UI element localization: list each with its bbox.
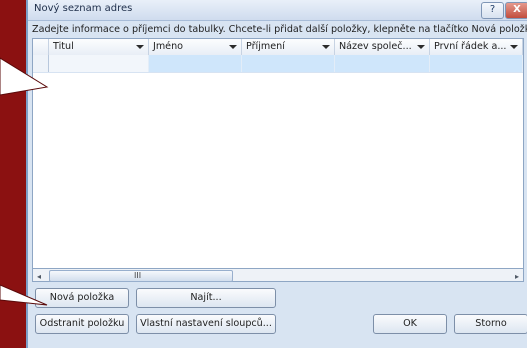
delete-item-button[interactable]: Odstranit položku: [35, 314, 129, 334]
find-button[interactable]: Najít...: [136, 288, 276, 308]
new-address-list-dialog: Nový seznam adres ? X Zadejte informace …: [26, 0, 527, 348]
scrollbar-thumb[interactable]: III: [49, 270, 233, 282]
dialog-title: Nový seznam adres: [34, 3, 133, 14]
column-header-prijmeni[interactable]: Příjmení: [242, 39, 335, 55]
table-cell[interactable]: [430, 55, 523, 72]
instruction-text: Zadejte informace o příjemci do tabulky.…: [32, 24, 527, 35]
grip-icon: III: [134, 271, 142, 280]
dialog-titlebar: Nový seznam adres ? X: [28, 0, 527, 21]
dropdown-arrow-icon[interactable]: [510, 45, 518, 49]
table-cell[interactable]: [242, 55, 335, 72]
table-header-corner: [33, 39, 49, 55]
column-header-prvni-radek-adresy[interactable]: První řádek a...: [430, 39, 523, 55]
help-button[interactable]: ?: [481, 2, 504, 19]
dropdown-arrow-icon[interactable]: [136, 45, 144, 49]
table-cell[interactable]: [335, 55, 430, 72]
table-row[interactable]: [33, 55, 523, 73]
help-icon: ?: [489, 4, 496, 15]
cancel-button[interactable]: Storno: [454, 314, 527, 334]
column-header-jmeno[interactable]: Jméno: [149, 39, 242, 55]
dropdown-arrow-icon[interactable]: [417, 45, 425, 49]
ok-button[interactable]: OK: [373, 314, 447, 334]
dropdown-arrow-icon[interactable]: [229, 45, 237, 49]
column-header-titul[interactable]: Titul: [49, 39, 149, 55]
table-cell[interactable]: [49, 55, 149, 72]
customize-columns-button[interactable]: Vlastní nastavení sloupců...: [136, 314, 276, 334]
column-header-nazev-spolecnosti[interactable]: Název společ...: [335, 39, 430, 55]
row-header[interactable]: [33, 55, 49, 72]
dropdown-arrow-icon[interactable]: [322, 45, 330, 49]
table-header: Titul Jméno Příjmení Název společ... Prv…: [33, 39, 523, 56]
column-header-label: První řádek a...: [434, 41, 507, 52]
column-header-label: Titul: [53, 41, 74, 52]
close-icon: X: [513, 4, 521, 15]
table-cell[interactable]: [149, 55, 242, 72]
column-header-label: Jméno: [153, 41, 184, 52]
column-header-label: Název společ...: [339, 41, 412, 52]
close-button[interactable]: X: [505, 2, 527, 19]
scroll-right-icon[interactable]: ▸: [515, 272, 519, 281]
column-header-label: Příjmení: [246, 41, 285, 52]
sheet-edge: [0, 0, 26, 348]
new-item-button[interactable]: Nová položka: [35, 288, 129, 308]
recipient-table[interactable]: Titul Jméno Příjmení Název společ... Prv…: [32, 38, 524, 282]
scroll-left-icon[interactable]: ◂: [37, 272, 41, 281]
horizontal-scrollbar[interactable]: ◂ III ▸: [32, 268, 524, 282]
